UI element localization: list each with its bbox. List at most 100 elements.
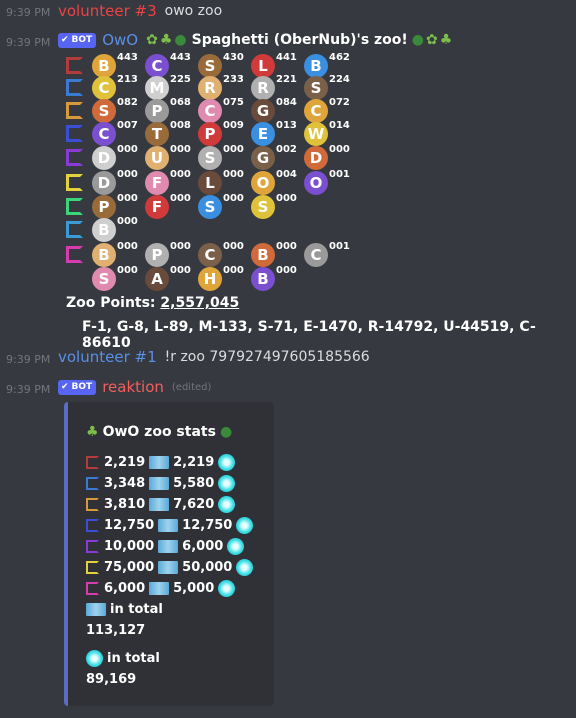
orb-icon: [227, 538, 245, 555]
plant-icon: P: [92, 195, 116, 219]
animal-count: 000: [117, 144, 138, 155]
message-volunteer3: volunteer #3 owo zoo: [58, 2, 222, 20]
tier-u-icon: [66, 79, 83, 96]
stat-count: 3,810: [104, 497, 146, 512]
animal-cell: G 002: [251, 144, 297, 170]
timestamp: 9:39 PM: [6, 36, 51, 49]
stat-essence: 2,219: [173, 455, 215, 470]
animal-cell: A 000: [145, 265, 191, 291]
stat-count: 3,348: [104, 476, 146, 491]
shell-icon: S: [92, 267, 116, 291]
animal-cell: B 000: [251, 265, 297, 291]
animal-cell: F 000: [145, 169, 191, 195]
animal-count: 008: [170, 120, 191, 131]
animal-count: 084: [276, 97, 297, 108]
fox-icon: F: [145, 171, 169, 195]
ladybug-icon: L: [251, 54, 275, 78]
animal-cell: U 000: [145, 144, 191, 170]
seedling-icon: ♣: [159, 32, 173, 48]
chick-icon: C: [92, 76, 116, 100]
animal-count: 233: [223, 74, 244, 85]
animal-cell: H 000: [198, 265, 244, 291]
animal-count: 000: [170, 144, 191, 155]
octopus-icon: O: [304, 171, 328, 195]
tier-c-icon: [86, 456, 99, 469]
animal-cell: S 000: [251, 193, 297, 219]
animal-count: 224: [329, 74, 350, 85]
animal-count: 000: [170, 169, 191, 180]
zoo-title: Spaghetti (OberNub)'s zoo!: [191, 32, 408, 48]
mouse-icon: M: [145, 76, 169, 100]
animal-count: 000: [276, 193, 297, 204]
tier-r-icon: [86, 498, 99, 511]
animal-count: 082: [117, 97, 138, 108]
animal-cell: B 000: [251, 241, 297, 267]
essence-icon: [86, 603, 106, 616]
stat-essence: 50,000: [182, 560, 233, 575]
zoo-points-label: Zoo Points:: [66, 295, 156, 311]
check-icon: ✔: [61, 35, 69, 45]
animal-count: 002: [276, 144, 297, 155]
tier-l-icon: [66, 174, 83, 191]
animal-count: 443: [170, 52, 191, 63]
rabbit-icon: R: [251, 76, 275, 100]
animal-count: 000: [223, 241, 244, 252]
stat-essence: 5,580: [173, 476, 215, 491]
animal-cell: P 000: [145, 241, 191, 267]
whale-icon: W: [304, 122, 328, 146]
stat-row-c: 2,219 2,219: [86, 454, 236, 471]
animal-cell: C 000: [198, 241, 244, 267]
goat-icon: G: [251, 99, 275, 123]
animal-cell: D 000: [92, 169, 138, 195]
animal-count: 000: [276, 265, 297, 276]
stat-row-l: 75,000 50,000: [86, 559, 254, 576]
author-name[interactable]: volunteer #1: [58, 348, 157, 366]
butterfly-icon: B: [304, 54, 328, 78]
crocodile-icon: C: [92, 122, 116, 146]
author-name[interactable]: volunteer #3: [58, 2, 157, 20]
author-name[interactable]: reaktion: [102, 378, 164, 396]
tree-icon: ●: [219, 424, 233, 440]
seedling-icon: ♣: [439, 32, 453, 48]
bot-label: BOT: [71, 35, 93, 45]
animal-count: 001: [329, 169, 350, 180]
frog-icon: F: [145, 195, 169, 219]
animal-count: 000: [117, 241, 138, 252]
tier-r-icon: [66, 102, 83, 119]
bot-badge: ✔ BOT: [58, 32, 97, 48]
zoo-points: Zoo Points: 2,557,045: [66, 295, 239, 311]
check-icon: ✔: [61, 382, 69, 392]
author-name[interactable]: OwO: [102, 31, 138, 49]
deer-icon: D: [92, 171, 116, 195]
orb-icon: [86, 650, 103, 667]
tier-m-icon: [86, 540, 99, 553]
tree-icon: ●: [411, 32, 425, 48]
essence-icon: [149, 582, 170, 595]
animal-cell: S 000: [198, 144, 244, 170]
animal-count: 000: [223, 144, 244, 155]
bot-label: BOT: [71, 382, 93, 392]
stat-essence: 12,750: [182, 518, 233, 533]
animal-cell: L 000: [198, 169, 244, 195]
animal-cell: C 001: [304, 241, 350, 267]
message-text: owo zoo: [164, 3, 223, 19]
edited-label: (edited): [171, 381, 212, 393]
blob-icon: B: [92, 218, 116, 242]
stat-row-s: 6,000 5,000: [86, 580, 236, 597]
animal-count: 000: [223, 265, 244, 276]
rooster-icon: R: [198, 76, 222, 100]
animal-count: 000: [276, 241, 297, 252]
total-orb-label: in total: [86, 650, 160, 667]
essence-icon: [149, 477, 170, 490]
animal-count: 004: [276, 169, 297, 180]
timestamp: 9:39 PM: [6, 353, 51, 366]
animal-count: 430: [223, 52, 244, 63]
stat-row-r: 3,810 7,620: [86, 496, 236, 513]
orb-icon: [218, 475, 236, 492]
essence-icon: [158, 519, 179, 532]
animal-count: 441: [276, 52, 297, 63]
zoo-points-value: 2,557,045: [160, 295, 240, 311]
message-volunteer1: volunteer #1 !r zoo 797927497605185566: [58, 348, 370, 366]
lion-icon: L: [198, 171, 222, 195]
animal-count: 000: [223, 169, 244, 180]
